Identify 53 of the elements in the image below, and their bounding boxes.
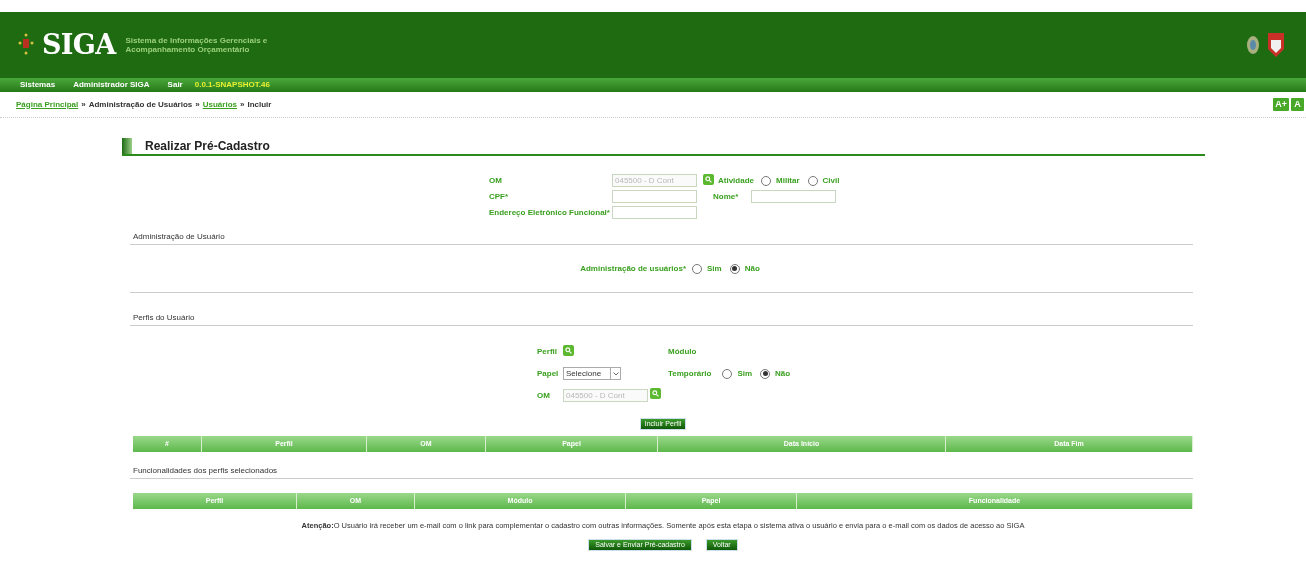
- radio-button[interactable]: [692, 263, 702, 274]
- radio-button[interactable]: [760, 368, 771, 379]
- field-label: Nome*: [713, 190, 740, 203]
- section-title: Funcionalidades dos perfis selecionados: [133, 466, 278, 475]
- search-button[interactable]: [650, 387, 661, 399]
- subtitle-text: Acompanhamento Orçamentário: [125, 45, 251, 54]
- radio-label: Não: [744, 262, 760, 275]
- input-field[interactable]: [612, 190, 697, 203]
- font-size-button[interactable]: A+: [1273, 98, 1289, 111]
- radio-button[interactable]: [807, 175, 818, 186]
- menu-link[interactable]: Sistemas: [20, 79, 56, 91]
- separator-text: »: [240, 98, 245, 111]
- radio-label: Sim: [737, 367, 753, 380]
- breadcrumb-text: Administração de Usuários: [88, 98, 193, 111]
- field-label: Papel: [537, 367, 560, 380]
- radio-button[interactable]: [729, 263, 740, 274]
- field-label: Perfil: [537, 346, 558, 358]
- menu-link[interactable]: Sair: [167, 79, 183, 91]
- search-button[interactable]: [563, 344, 574, 356]
- logo-text: SIGA: [42, 27, 116, 62]
- radio-label: Militar: [776, 174, 800, 187]
- radio-label: Sim: [707, 262, 722, 275]
- breadcrumb-link[interactable]: Usuários: [202, 98, 237, 111]
- radio-label: Não: [775, 367, 791, 380]
- field-label: OM: [489, 174, 503, 187]
- section-title: Perfis do Usuário: [133, 313, 195, 322]
- field-label: OM: [537, 389, 551, 402]
- field-label: Módulo: [668, 346, 698, 358]
- breadcrumb-text: Incluir: [247, 98, 272, 111]
- radio-button[interactable]: [761, 175, 771, 186]
- search-button[interactable]: [703, 173, 714, 185]
- menu-link[interactable]: Administrador SIGA: [73, 79, 150, 91]
- field-label: Endereço Eletrônico Funcional*: [489, 206, 611, 219]
- input-field[interactable]: [612, 206, 697, 219]
- separator-text: »: [195, 98, 200, 111]
- separator-text: »: [81, 98, 86, 111]
- radio-label: Civil: [822, 174, 840, 187]
- select-value: Selecione: [566, 367, 602, 380]
- field-label: CPF*: [489, 190, 510, 203]
- version-text: 0.0.1-SNAPSHOT.46: [194, 79, 270, 91]
- field-label: Temporário: [668, 367, 712, 380]
- input-field[interactable]: [751, 190, 836, 203]
- field-label: Administração de usuários*: [580, 262, 686, 275]
- title-bar-mark: [122, 137, 132, 154]
- section-title: Administração de Usuário: [133, 232, 225, 241]
- page-title: Realizar Pré-Cadastro: [145, 137, 270, 155]
- breadcrumb-link[interactable]: Página Principal: [16, 98, 79, 111]
- font-size-button[interactable]: A: [1291, 98, 1304, 111]
- select-field[interactable]: Selecione: [563, 367, 621, 380]
- radio-button[interactable]: [722, 368, 733, 379]
- caret-icon: [610, 368, 620, 379]
- field-label: Atividade: [718, 174, 754, 187]
- subtitle-text: Sistema de Informações Gerenciais e: [125, 36, 268, 45]
